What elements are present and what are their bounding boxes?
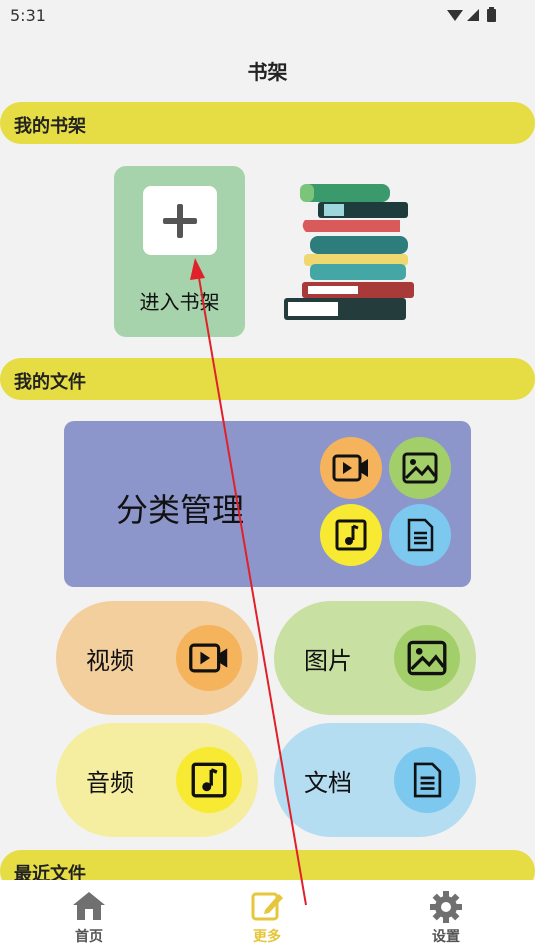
status-bar: 5:31 [0, 0, 535, 30]
section-title: 我的文件 [14, 372, 86, 393]
video-tile-label: 视频 [86, 647, 134, 675]
category-management-button[interactable]: 分类管理 [64, 421, 471, 587]
video-tile[interactable]: 视频 [56, 601, 258, 715]
section-header-files: 我的文件 [0, 358, 535, 400]
nav-label-settings: 设置 [432, 929, 460, 945]
gear-icon [430, 891, 462, 923]
category-management-label: 分类管理 [116, 491, 245, 529]
status-time: 5:31 [10, 6, 46, 25]
status-icons [445, 7, 505, 27]
music-icon [176, 747, 242, 813]
document-icon [394, 747, 460, 813]
signal-battery-icon [447, 7, 496, 22]
edit-icon [251, 892, 283, 921]
audio-tile[interactable]: 音频 [56, 723, 258, 837]
enter-bookshelf-label: 进入书架 [139, 290, 220, 314]
books-illustration [280, 180, 420, 325]
video-icon [176, 625, 242, 691]
music-icon [320, 504, 382, 566]
audio-tile-label: 音频 [86, 769, 134, 797]
image-icon [389, 437, 451, 499]
document-icon [389, 504, 451, 566]
plus-icon [143, 186, 217, 255]
nav-item-settings[interactable]: 设置 [386, 880, 506, 951]
enter-bookshelf-button[interactable]: 进入书架 [114, 166, 245, 337]
image-tile[interactable]: 图片 [274, 601, 476, 715]
home-icon [73, 892, 105, 920]
document-tile[interactable]: 文档 [274, 723, 476, 837]
bottom-nav: 首页 更多 设置 [0, 880, 535, 951]
document-tile-label: 文档 [304, 769, 352, 797]
page-title: 书架 [247, 60, 288, 84]
nav-label-more: 更多 [253, 929, 281, 945]
nav-label-home: 首页 [75, 929, 103, 945]
image-tile-label: 图片 [304, 647, 352, 675]
image-icon [394, 625, 460, 691]
section-title: 我的书架 [14, 116, 86, 137]
section-header-bookshelf: 我的书架 [0, 102, 535, 144]
nav-item-more[interactable]: 更多 [207, 880, 327, 951]
nav-item-home[interactable]: 首页 [29, 880, 149, 951]
video-icon [320, 437, 382, 499]
